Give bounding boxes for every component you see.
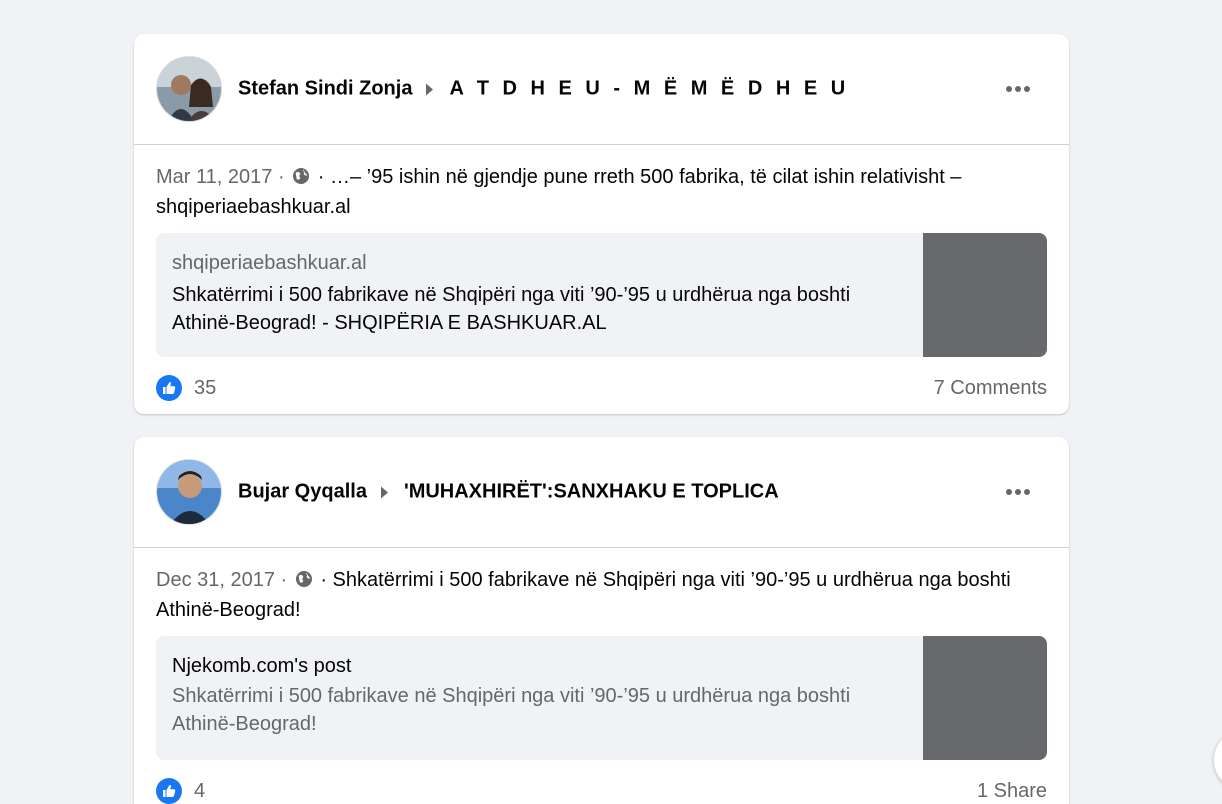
post-header: Bujar Qyqalla 'MUHAXHIRËT':SANXHAKU E TO… (134, 437, 1069, 548)
post-header: Stefan Sindi Zonja A T D H E U - M Ë M Ë… (134, 34, 1069, 145)
post-text: · …– ’95 ishin në gjendje pune rreth 500… (317, 166, 962, 188)
shared-post-preview[interactable]: Njekomb.com's post Shkatërrimi i 500 fab… (156, 636, 1047, 760)
post-footer: 4 1 Share (134, 760, 1069, 804)
comments-count-link[interactable]: 7 Comments (934, 377, 1047, 400)
author-name[interactable]: Stefan Sindi Zonja (238, 78, 412, 101)
shared-post-text: Njekomb.com's post Shkatërrimi i 500 fab… (172, 655, 902, 738)
meta-separator: · (280, 569, 288, 591)
post-text-line2: shqiperiaebashkuar.al (156, 196, 351, 218)
author-name[interactable]: Bujar Qyqalla (238, 481, 367, 504)
link-domain: shqiperiaebashkuar.al (172, 252, 367, 274)
post-date[interactable]: Mar 11, 2017 (156, 166, 272, 188)
post-text-line2: Athinë-Beograd! (156, 599, 301, 621)
post-author-line: Bujar Qyqalla 'MUHAXHIRËT':SANXHAKU E TO… (238, 481, 779, 504)
reaction-summary[interactable]: 35 (156, 375, 216, 401)
link-thumbnail (923, 636, 1047, 760)
author-avatar[interactable] (156, 56, 222, 122)
more-options-icon[interactable] (1005, 481, 1031, 503)
post-text: · Shkatërrimi i 500 fabrikave në Shqipër… (320, 569, 1011, 591)
post-author-line: Stefan Sindi Zonja A T D H E U - M Ë M Ë… (238, 78, 849, 101)
reaction-summary[interactable]: 4 (156, 778, 205, 804)
shared-post-title: Njekomb.com's post (172, 655, 352, 677)
floating-chat-button[interactable] (1214, 730, 1222, 790)
link-thumbnail (923, 233, 1047, 357)
group-name[interactable]: 'MUHAXHIRËT':SANXHAKU E TOPLICA (404, 481, 779, 504)
globe-icon (295, 568, 313, 596)
post-date[interactable]: Dec 31, 2017 (156, 569, 275, 591)
caret-right-icon (426, 83, 434, 95)
post-footer: 35 7 Comments (134, 357, 1069, 419)
reaction-count: 4 (194, 779, 206, 802)
meta-separator: · (277, 166, 285, 188)
thumbs-up-icon (156, 778, 182, 804)
post-body: Dec 31, 2017 · · Shkatërrimi i 500 fabri… (134, 548, 1069, 760)
author-avatar[interactable] (156, 459, 222, 525)
thumbs-up-icon (156, 375, 182, 401)
post-card: Bujar Qyqalla 'MUHAXHIRËT':SANXHAKU E TO… (134, 437, 1069, 804)
post-body: Mar 11, 2017 · · …– ’95 ishin në gjendje… (134, 145, 1069, 357)
reaction-count: 35 (194, 376, 217, 399)
link-preview[interactable]: shqiperiaebashkuar.al Shkatërrimi i 500 … (156, 233, 1047, 357)
shared-post-subtitle: Shkatërrimi i 500 fabrikave në Shqipëri … (172, 685, 851, 735)
globe-icon (292, 165, 310, 193)
group-name[interactable]: A T D H E U - M Ë M Ë D H E U (449, 78, 849, 101)
link-title: Shkatërrimi i 500 fabrikave në Shqipëri … (172, 284, 851, 334)
post-card: Stefan Sindi Zonja A T D H E U - M Ë M Ë… (134, 34, 1069, 414)
more-options-icon[interactable] (1005, 78, 1031, 100)
link-preview-text: shqiperiaebashkuar.al Shkatërrimi i 500 … (172, 252, 902, 337)
caret-right-icon (380, 486, 388, 498)
shares-count-link[interactable]: 1 Share (977, 780, 1047, 803)
